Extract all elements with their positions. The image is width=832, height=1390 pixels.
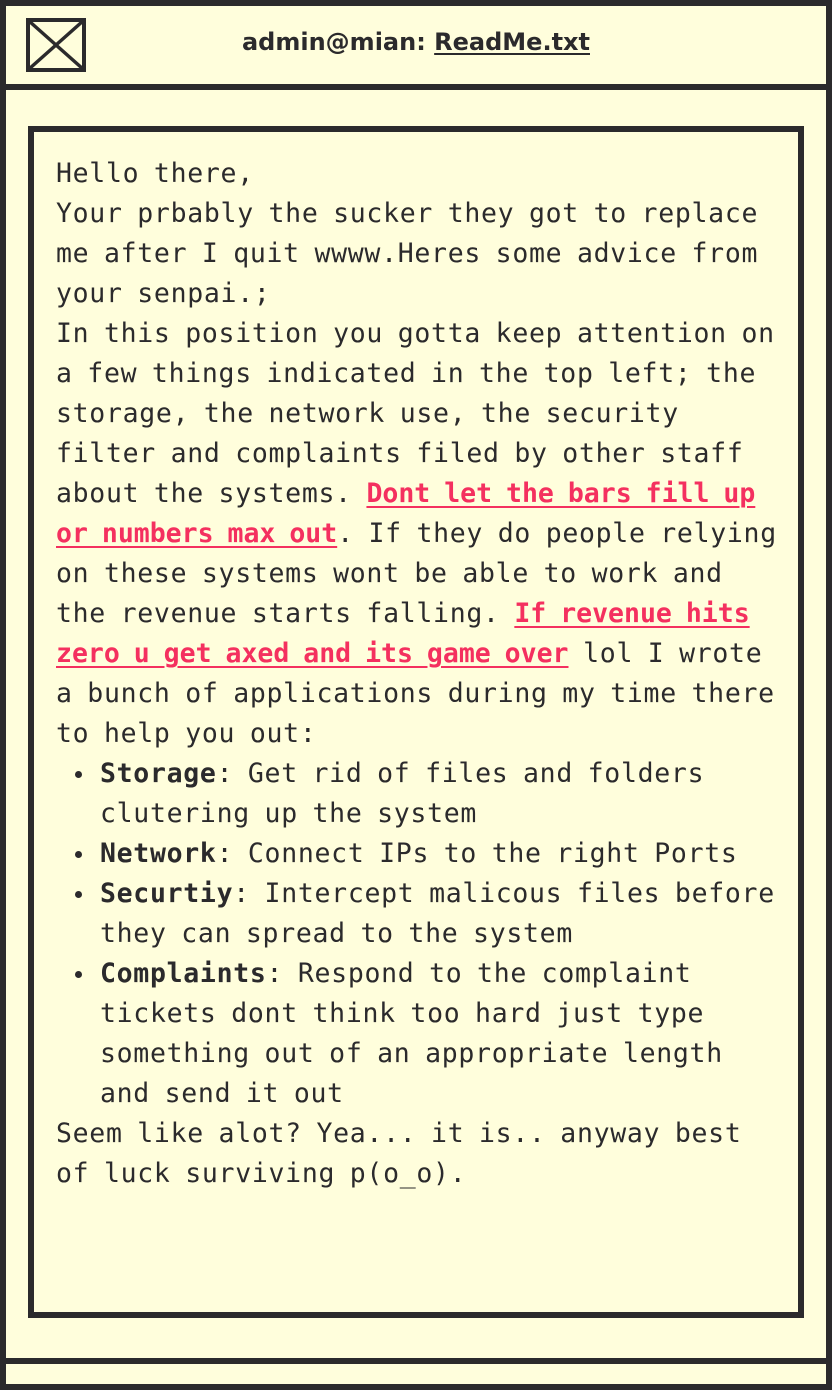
list-item-storage: Storage: Get rid of files and folders cl… bbox=[75, 754, 786, 834]
app-name-network: Network bbox=[100, 838, 217, 869]
title-bar[interactable]: admin@mian: ReadMe.txt bbox=[6, 6, 826, 90]
intro-paragraph: Your prbably the sucker they got to repl… bbox=[56, 198, 759, 309]
closing-paragraph: Seem like alot? Yea... it is.. anyway be… bbox=[56, 1118, 742, 1189]
readme-text: Hello there, Your prbably the sucker the… bbox=[56, 154, 786, 1194]
app-name-security: Securtiy bbox=[100, 878, 234, 909]
title-file-link[interactable]: ReadMe.txt bbox=[434, 28, 590, 56]
app-name-complaints: Complaints bbox=[100, 958, 267, 989]
list-item-security: Securtiy: Intercept malicous files befor… bbox=[75, 874, 786, 954]
title-prefix: admin@mian: bbox=[241, 28, 435, 56]
app-desc-network: : Connect IPs to the right Ports bbox=[216, 838, 738, 869]
greeting-line: Hello there, bbox=[56, 158, 254, 189]
window-title: admin@mian: ReadMe.txt bbox=[6, 28, 826, 56]
applications-list: Storage: Get rid of files and folders cl… bbox=[56, 754, 786, 1114]
instructions-paragraph: In this position you gotta keep attentio… bbox=[56, 314, 786, 754]
list-item-complaints: Complaints: Respond to the complaint tic… bbox=[75, 954, 786, 1114]
list-item-network: Network: Connect IPs to the right Ports bbox=[75, 834, 786, 874]
readme-window: admin@mian: ReadMe.txt Hello there, Your… bbox=[0, 0, 832, 1390]
app-name-storage: Storage bbox=[100, 758, 217, 789]
bottom-divider bbox=[6, 1358, 826, 1364]
readme-content-frame[interactable]: Hello there, Your prbably the sucker the… bbox=[28, 126, 804, 1318]
